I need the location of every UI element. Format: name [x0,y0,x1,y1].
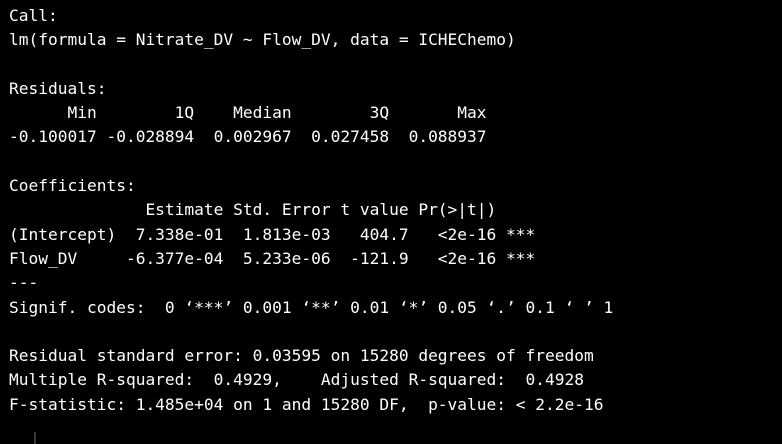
signif-codes-line: Signif. codes: 0 ‘***’ 0.001 ‘**’ 0.01 ‘… [9,297,614,317]
text-cursor [34,432,36,444]
call-header: Call: [9,6,58,25]
coefficient-row-intercept: (Intercept) 7.338e-01 1.813e-03 404.7 <2… [9,224,536,244]
residuals-header: Residuals: [9,78,107,98]
residuals-column-headers: Min 1Q Median 3Q Max [9,103,487,123]
r-squared-line: Multiple R-squared: 0.4929, Adjusted R-s… [9,370,584,390]
separator-line: --- [9,273,39,293]
call-formula: lm(formula = Nitrate_DV ~ Flow_DV, data … [9,30,516,50]
coefficients-column-headers: Estimate Std. Error t value Pr(>|t|) [9,200,497,220]
coefficients-header: Coefficients: [9,176,136,196]
coefficient-row-flow: Flow_DV -6.377e-04 5.233e-06 -121.9 <2e-… [9,248,536,268]
residual-standard-error-line: Residual standard error: 0.03595 on 1528… [9,346,594,366]
r-console-output: Call: lm(formula = Nitrate_DV ~ Flow_DV,… [0,0,782,444]
residuals-values: -0.100017 -0.028894 0.002967 0.027458 0.… [9,127,487,147]
f-statistic-line: F-statistic: 1.485e+04 on 1 and 15280 DF… [9,394,604,414]
